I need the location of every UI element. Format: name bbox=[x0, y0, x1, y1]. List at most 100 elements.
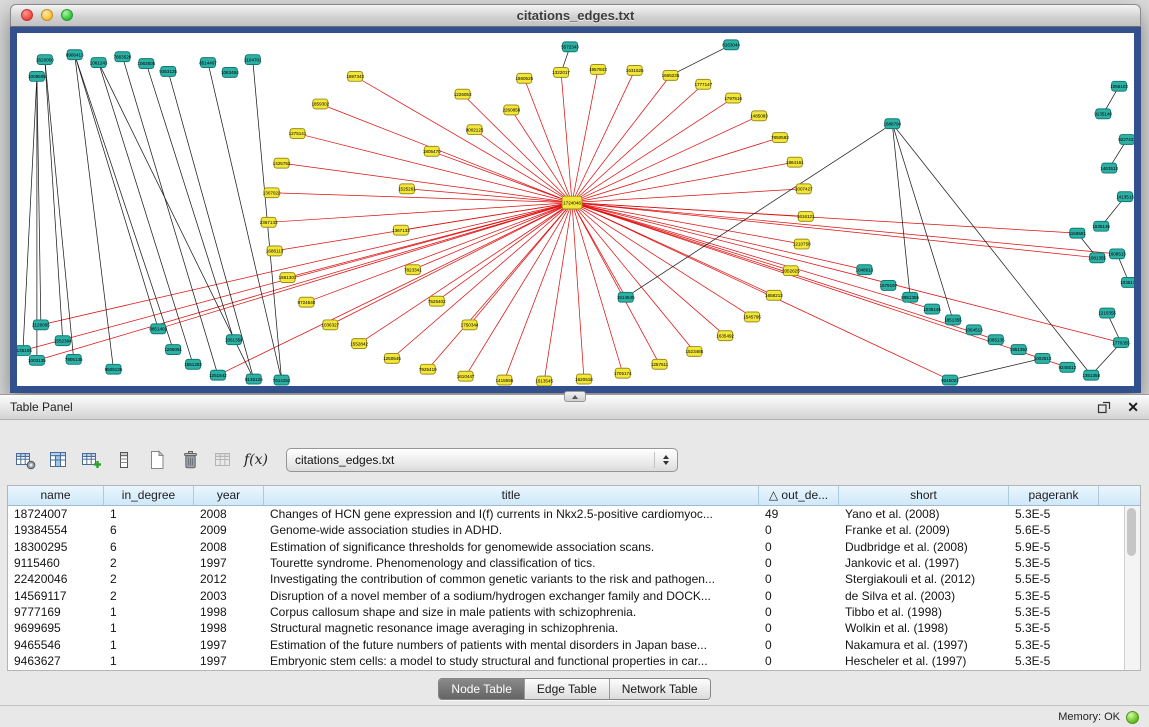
network-node[interactable]: 1688794 bbox=[883, 119, 901, 129]
table-row[interactable]: 1830029562008Estimation of significance … bbox=[8, 539, 1140, 555]
network-node[interactable]: 9135105 bbox=[17, 346, 32, 356]
network-edge[interactable] bbox=[572, 203, 1097, 258]
column-header[interactable]: year bbox=[194, 486, 264, 506]
table-cell[interactable]: 5.3E-5 bbox=[1009, 621, 1099, 635]
network-node[interactable]: 1610447 bbox=[457, 371, 475, 381]
table-cell[interactable]: 5.3E-5 bbox=[1009, 654, 1099, 668]
network-node[interactable]: 1035135 bbox=[1120, 278, 1134, 288]
network-edge[interactable] bbox=[572, 75, 670, 202]
network-node[interactable]: 1535136 bbox=[1092, 221, 1110, 231]
network-edge[interactable] bbox=[75, 55, 159, 329]
network-edge[interactable] bbox=[401, 203, 572, 231]
network-node[interactable]: 1770355 bbox=[1112, 338, 1130, 348]
network-node[interactable]: 1620518 bbox=[575, 374, 593, 384]
network-edge[interactable] bbox=[413, 203, 572, 270]
network-node[interactable]: 7850583 bbox=[771, 133, 789, 143]
network-edge[interactable] bbox=[75, 55, 114, 370]
network-node[interactable]: 8951355 bbox=[901, 292, 919, 302]
network-edge[interactable] bbox=[572, 70, 635, 202]
table-cell[interactable]: 5.6E-5 bbox=[1009, 523, 1099, 537]
network-node[interactable]: 1724046 bbox=[562, 196, 582, 209]
table-select-dropdown[interactable]: citations_edges.txt bbox=[286, 448, 678, 472]
network-node[interactable]: 9135125 bbox=[245, 374, 263, 384]
network-node[interactable]: 1275141 bbox=[289, 129, 307, 139]
table-cell[interactable]: 5.3E-5 bbox=[1009, 589, 1099, 603]
network-node[interactable]: 1750344 bbox=[461, 320, 479, 330]
table-cell[interactable]: 5.3E-5 bbox=[1009, 638, 1099, 652]
table-cell[interactable]: 18300295 bbox=[8, 540, 104, 554]
network-edge[interactable] bbox=[572, 203, 584, 380]
table-cell[interactable]: 1997 bbox=[194, 638, 264, 652]
network-node[interactable]: 1860525 bbox=[515, 73, 533, 83]
network-edge[interactable] bbox=[572, 203, 1121, 343]
network-node[interactable]: 1514545 bbox=[617, 292, 635, 302]
table-row[interactable]: 911546021997Tourette syndrome. Phenomeno… bbox=[8, 555, 1140, 571]
network-edge[interactable] bbox=[37, 203, 572, 361]
table-cell[interactable]: 9777169 bbox=[8, 605, 104, 619]
table-cell[interactable]: 5.9E-5 bbox=[1009, 540, 1099, 554]
network-edge[interactable] bbox=[407, 189, 572, 203]
table-cell[interactable]: 9463627 bbox=[8, 654, 104, 668]
table-cell[interactable]: 1 bbox=[104, 654, 194, 668]
table-cell[interactable]: 1 bbox=[104, 621, 194, 635]
zoom-window-button[interactable] bbox=[61, 9, 73, 21]
network-node[interactable]: 1265051 bbox=[164, 345, 182, 355]
table-cell[interactable]: Embryonic stem cells: a model to study s… bbox=[264, 654, 759, 668]
network-edge[interactable] bbox=[23, 203, 572, 351]
network-edge[interactable] bbox=[572, 203, 725, 336]
table-cell[interactable]: 9465546 bbox=[8, 638, 104, 652]
network-node[interactable]: 1861301 bbox=[279, 273, 297, 283]
network-node[interactable]: 1210355 bbox=[1098, 308, 1116, 318]
table-cell[interactable]: 1997 bbox=[194, 654, 264, 668]
table-cell[interactable]: 5.5E-5 bbox=[1009, 572, 1099, 586]
column-header[interactable]: title bbox=[264, 486, 759, 506]
network-node[interactable]: 1616121 bbox=[797, 211, 815, 221]
network-edge[interactable] bbox=[470, 203, 572, 325]
network-node[interactable]: 5572343 bbox=[561, 42, 579, 52]
network-edge[interactable] bbox=[544, 203, 572, 381]
create-column-button[interactable] bbox=[78, 447, 104, 473]
table-cell[interactable]: Structural magnetic resonance image aver… bbox=[264, 621, 759, 635]
tab-edge-table[interactable]: Edge Table bbox=[525, 679, 610, 699]
network-node[interactable]: 9245022 bbox=[941, 375, 959, 385]
network-node[interactable]: 1002513 bbox=[1034, 353, 1052, 363]
network-node[interactable]: 1697343 bbox=[346, 71, 364, 81]
network-edge[interactable] bbox=[99, 63, 254, 380]
network-node[interactable]: 1251542 bbox=[209, 370, 227, 380]
minimize-window-button[interactable] bbox=[41, 9, 53, 21]
network-node[interactable]: 1413513 bbox=[1116, 192, 1134, 202]
network-edge[interactable] bbox=[37, 76, 41, 324]
network-node[interactable]: 9002125 bbox=[466, 125, 484, 135]
network-edge[interactable] bbox=[297, 134, 572, 203]
table-cell[interactable]: 2 bbox=[104, 556, 194, 570]
network-node[interactable]: 9245012 bbox=[1058, 362, 1076, 372]
table-cell[interactable]: 0 bbox=[759, 621, 839, 635]
network-edge[interactable] bbox=[572, 203, 623, 374]
table-cell[interactable]: Jankovic et al. (1997) bbox=[839, 556, 1009, 570]
network-edge[interactable] bbox=[168, 71, 254, 379]
import-table-button[interactable] bbox=[210, 447, 236, 473]
network-node[interactable]: 1552384 bbox=[54, 336, 72, 346]
table-cell[interactable]: Disruption of a novel member of a sodium… bbox=[264, 589, 759, 603]
network-node[interactable]: 9724540 bbox=[298, 297, 316, 307]
network-node[interactable]: 1552842 bbox=[350, 339, 368, 349]
table-cell[interactable]: 2012 bbox=[194, 572, 264, 586]
network-node[interactable]: 1051354 bbox=[225, 335, 243, 345]
network-node[interactable]: 1003135 bbox=[28, 355, 46, 365]
network-node[interactable]: 1250545 bbox=[383, 353, 401, 363]
function-builder-button[interactable]: f(x) bbox=[243, 447, 269, 473]
table-cell[interactable]: 1 bbox=[104, 507, 194, 521]
network-node[interactable]: 9505135 bbox=[105, 364, 123, 374]
network-node[interactable]: 2367133 bbox=[260, 217, 278, 227]
table-cell[interactable]: 6 bbox=[104, 540, 194, 554]
table-cell[interactable]: Estimation of the future numbers of pati… bbox=[264, 638, 759, 652]
column-header[interactable]: short bbox=[839, 486, 1009, 506]
tab-node-table[interactable]: Node Table bbox=[439, 679, 525, 699]
table-cell[interactable]: 2008 bbox=[194, 507, 264, 521]
network-node[interactable]: 7823341 bbox=[404, 265, 422, 275]
network-edge[interactable] bbox=[572, 98, 733, 203]
network-node[interactable]: 7663520 bbox=[114, 52, 132, 62]
network-node[interactable]: 9135140 bbox=[1094, 109, 1112, 119]
table-cell[interactable]: 14569117 bbox=[8, 589, 104, 603]
network-node[interactable]: 1665235 bbox=[662, 70, 680, 80]
